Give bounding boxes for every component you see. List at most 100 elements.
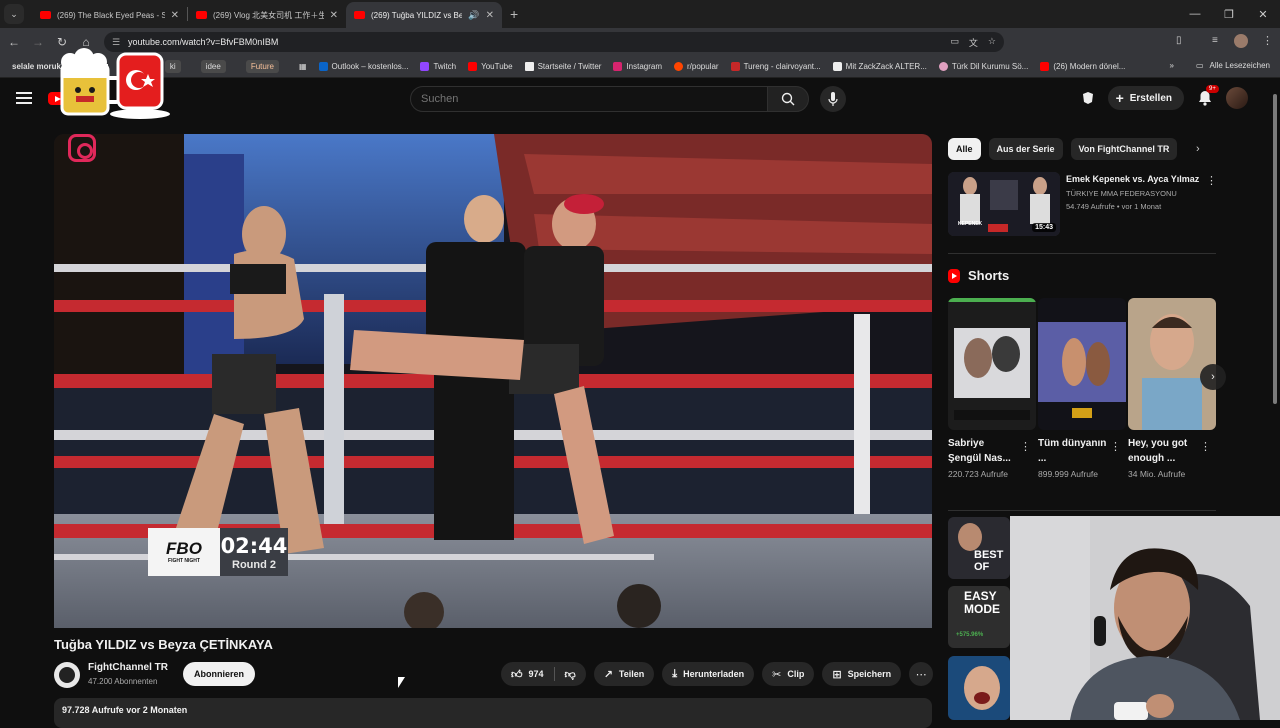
install-app-icon[interactable]: ▭ (950, 36, 959, 49)
bookmark-label: YouTube (481, 62, 513, 71)
bookmark-folder[interactable]: idee (200, 60, 234, 73)
tab-close-icon[interactable]: ✕ (486, 10, 494, 21)
short-thumbnail[interactable] (1128, 298, 1216, 430)
short-views: 220.723 Aufrufe (948, 469, 1009, 479)
short-title[interactable]: Hey, you got enough ... (1128, 436, 1198, 466)
divider (948, 253, 1216, 254)
clip-button[interactable]: ✂ Clip (762, 662, 815, 686)
notifications-button[interactable]: 9+ (1196, 85, 1219, 107)
new-tab-button[interactable]: + (510, 6, 518, 22)
recommendation-channel[interactable]: TÜRKIYE MMA FEDERASYONU (1066, 189, 1177, 198)
bookmark-tdk[interactable]: Türk Dil Kurumu Sö... (938, 62, 1028, 71)
mini-thumbnail[interactable]: BEST OF (948, 517, 1010, 579)
address-bar[interactable]: ☰ youtube.com/watch?v=BfvFBM0nIBM ▭ 文 ☆ (104, 32, 1004, 52)
thumbs-up-icon[interactable]: 👍︎ (511, 668, 523, 681)
close-window-icon[interactable]: ✕ (1246, 8, 1280, 21)
bookmark-twitch[interactable]: Twitch (420, 62, 456, 71)
subscribe-button[interactable]: Abonnieren (183, 662, 256, 686)
tab-search-button[interactable]: ⌄ (4, 4, 24, 24)
more-bookmarks-button[interactable]: » (1170, 61, 1174, 70)
short-image (948, 298, 1036, 430)
short-thumbnail[interactable] (948, 298, 1036, 430)
browser-menu-icon[interactable]: ⋮ (1262, 34, 1273, 47)
short-title[interactable]: Tüm dünyanın ... (1038, 436, 1108, 466)
translate-icon[interactable]: 文 (969, 36, 978, 49)
bookmark-zackzack[interactable]: Mit ZackZack ALTER... (832, 62, 927, 71)
forward-icon[interactable]: → (26, 35, 50, 49)
restore-icon[interactable]: ❐ (1212, 8, 1246, 21)
share-button[interactable]: ↗ Teilen (593, 662, 655, 686)
voice-search-button[interactable] (820, 86, 846, 112)
scissors-icon: ✂ (772, 668, 782, 681)
more-actions-icon[interactable]: ⋯ (909, 662, 934, 686)
profile-avatar[interactable] (1234, 34, 1248, 48)
bookmark-reddit[interactable]: r/popular (674, 62, 719, 71)
bookmark-outlook[interactable]: Outlook – kostenlos... (318, 62, 408, 71)
bookmark-modern[interactable]: (26) Modern dönel... (1040, 62, 1125, 71)
bookmark-youtube[interactable]: YouTube (468, 62, 513, 71)
bookmark-folder[interactable]: Future (245, 60, 287, 73)
apps-icon[interactable]: ▦ (299, 62, 307, 71)
side-panel-icon[interactable]: ▯ (1176, 35, 1182, 46)
browser-tab-1[interactable]: (269) The Black Eyed Peas - Shu ✕ (32, 2, 187, 28)
bookmark-instagram[interactable]: Instagram (613, 62, 662, 71)
kebab-menu-icon[interactable]: ⋮ (1206, 174, 1217, 187)
kebab-menu-icon[interactable]: ⋮ (1110, 440, 1121, 453)
thumbs-down-icon[interactable]: 👎︎ (565, 668, 576, 681)
browser-tab-2[interactable]: (269) Vlog 北美女司机 工作＋生活 ✕ (188, 2, 346, 28)
mini-thumbnail[interactable] (948, 656, 1010, 720)
create-button[interactable]: + Erstellen (1107, 86, 1184, 110)
download-button[interactable]: ⤓ Herunterladen (662, 662, 755, 686)
bookmark-label: Tureng - clairvoyant... (743, 62, 821, 71)
chip-channel[interactable]: Von FightChannel TR (1070, 138, 1178, 160)
bookmark-twitter[interactable]: Startseite / Twitter (524, 62, 601, 71)
short-views: 34 Mio. Aufrufe (1128, 469, 1186, 479)
recommendation-meta: 54.749 Aufrufe • vor 1 Monat (1066, 202, 1162, 211)
tab-close-icon[interactable]: ✕ (330, 10, 338, 21)
kebab-menu-icon[interactable]: ⋮ (1200, 440, 1211, 453)
search-input[interactable] (410, 86, 768, 112)
bookmark-tureng[interactable]: Tureng - clairvoyant... (730, 62, 821, 71)
chevron-right-icon[interactable]: › (1196, 143, 1200, 155)
chip-all[interactable]: Alle (948, 138, 981, 160)
short-thumbnail[interactable] (1038, 298, 1126, 430)
channel-name[interactable]: FightChannel TR (88, 662, 168, 673)
channel-avatar[interactable] (54, 662, 80, 688)
account-avatar[interactable] (1226, 87, 1248, 109)
hamburger-menu-icon[interactable] (16, 92, 32, 104)
description-box[interactable]: 97.728 Aufrufe vor 2 Monaten (54, 698, 932, 728)
speaker-icon[interactable]: 🔊 (468, 10, 479, 21)
short-title[interactable]: Sabriye Şengül Nas... (948, 436, 1018, 466)
recommendation-title[interactable]: Emek Kepenek vs. Ayca Yılmaz (1066, 174, 1201, 184)
like-count[interactable]: 974 (529, 669, 544, 679)
save-label: Speichern (847, 669, 892, 679)
bookmark-star-icon[interactable]: ☆ (988, 36, 996, 49)
short-image (1128, 298, 1216, 430)
search-button[interactable] (767, 86, 809, 112)
bookmarks-bar: selale moruk ki idee Future ▦ Outlook – … (0, 56, 1280, 78)
mini-thumbnail[interactable]: EASY MODE +575.96% (948, 586, 1010, 648)
notification-badge: 9+ (1206, 85, 1219, 93)
scoreboard-logo-subtext: FIGHT NIGHT (168, 558, 200, 564)
chip-series[interactable]: Aus der Serie (988, 138, 1063, 160)
round-clock: 02:44 (220, 533, 288, 558)
cast-icon[interactable] (1080, 90, 1096, 106)
save-button[interactable]: ⊞ Speichern (822, 662, 902, 686)
back-icon[interactable]: ← (2, 35, 26, 49)
video-player[interactable]: FBO FIGHT NIGHT 02:44 Round 2 (54, 134, 932, 628)
browser-tab-3-active[interactable]: (269) Tuğba YILDIZ vs Beyza 🔊 ✕ (346, 2, 502, 28)
shorts-next-button[interactable]: › (1200, 364, 1226, 390)
recommendation-thumbnail[interactable]: KEPENEK 15:43 (948, 172, 1060, 236)
kebab-menu-icon[interactable]: ⋮ (1020, 440, 1031, 453)
shorts-title: Shorts (968, 268, 1010, 283)
clip-label: Clip (787, 669, 805, 679)
all-bookmarks-button[interactable]: Alle Lesezeichen (1210, 61, 1270, 70)
tab-close-icon[interactable]: ✕ (171, 10, 179, 21)
subscriber-count: 47.200 Abonnenten (88, 677, 158, 686)
page-scrollbar[interactable] (1272, 82, 1278, 720)
youtube-icon (468, 62, 478, 71)
bookmark-folder[interactable]: selale moruk (12, 62, 61, 71)
minimize-icon[interactable]: — (1178, 8, 1212, 20)
scrollbar-thumb[interactable] (1273, 94, 1277, 404)
media-controls-icon[interactable]: ≡ (1212, 35, 1218, 46)
